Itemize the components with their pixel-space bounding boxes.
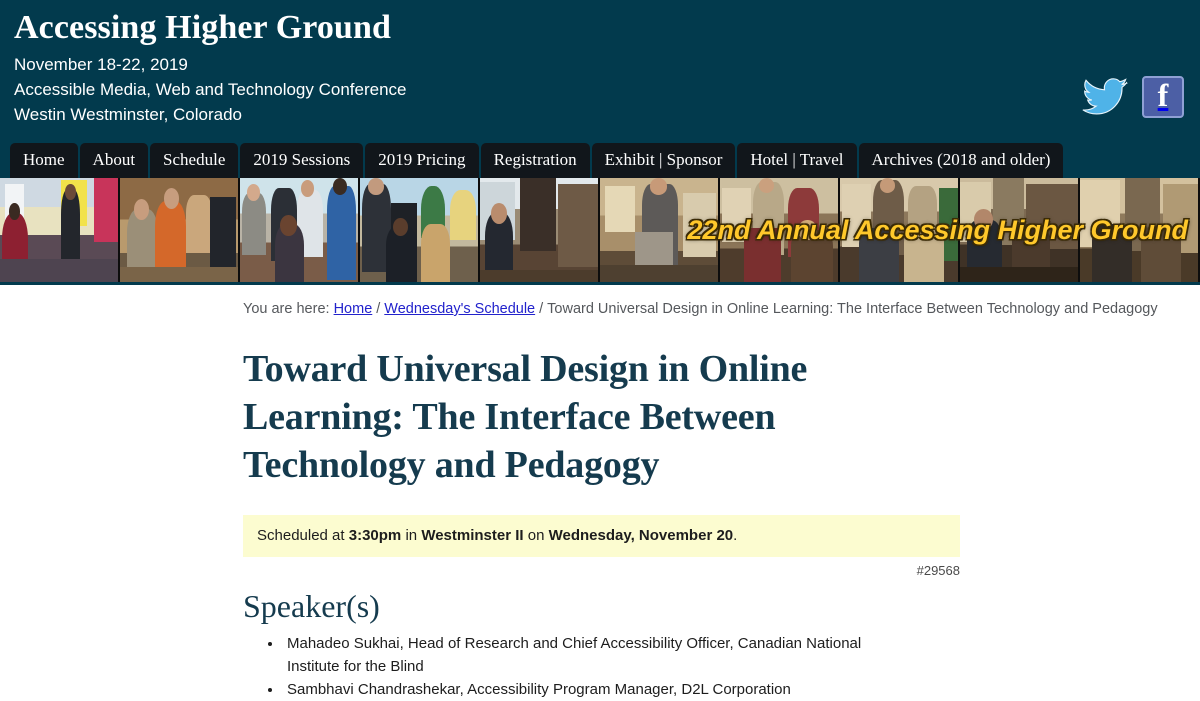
facebook-icon[interactable]: f — [1142, 76, 1184, 118]
nav-item-2019-pricing[interactable]: 2019 Pricing — [365, 143, 479, 178]
list-item: Mahadeo Sukhai, Head of Research and Chi… — [283, 632, 915, 678]
banner-photo-5 — [480, 178, 600, 282]
page-title: Toward Universal Design in Online Learni… — [243, 348, 808, 486]
breadcrumb-current: Toward Universal Design in Online Learni… — [547, 301, 1158, 317]
breadcrumb-separator-2: / — [539, 301, 544, 317]
breadcrumb: You are here: Home / Wednesday's Schedule /… — [243, 299, 1200, 319]
conference-venue: Westin Westminster, Colorado — [14, 105, 243, 124]
speakers-heading: Speaker(s) — [243, 588, 380, 624]
facebook-glyph: f — [1157, 77, 1169, 113]
nav-item-exhibit-sponsor[interactable]: Exhibit | Sponsor — [591, 143, 736, 178]
nav-item-2019-sessions[interactable]: 2019 Sessions — [240, 143, 364, 178]
breadcrumb-separator-1: / — [376, 301, 381, 317]
speakers-list: Mahadeo Sukhai, Head of Research and Chi… — [0, 632, 983, 701]
nav-item-registration[interactable]: Registration — [480, 143, 590, 178]
header-text-block: Accessing Higher Ground November 18-22, … — [0, 8, 1200, 127]
schedule-in-word: in — [405, 527, 418, 544]
schedule-day: Wednesday, November 20 — [548, 527, 734, 544]
nav-item-about[interactable]: About — [79, 143, 149, 178]
schedule-lead: Scheduled at — [257, 527, 345, 544]
social-icon-group: f — [1082, 76, 1184, 118]
banner-photo-2 — [120, 178, 240, 282]
banner-photo-3 — [240, 178, 360, 282]
list-item: Sambhavi Chandrashekar, Accessibility Pr… — [283, 678, 915, 701]
site-title: Accessing Higher Ground — [14, 9, 391, 46]
nav-item-home[interactable]: Home — [10, 143, 78, 178]
banner-photo-1 — [0, 178, 120, 282]
breadcrumb-prefix: You are here: — [243, 301, 330, 317]
site-header: Accessing Higher Ground November 18-22, … — [0, 0, 1200, 178]
nav-item-schedule[interactable]: Schedule — [150, 143, 239, 178]
twitter-icon[interactable] — [1082, 78, 1128, 116]
conference-subtitle: Accessible Media, Web and Technology Con… — [14, 80, 407, 99]
nav-item-hotel-travel[interactable]: Hotel | Travel — [737, 143, 857, 178]
schedule-on-word: on — [527, 527, 545, 544]
schedule-room: Westminster II — [421, 527, 524, 544]
schedule-info-box: Scheduled at 3:30pm in Westminster II on… — [243, 515, 960, 557]
session-id: #29568 — [916, 563, 960, 578]
schedule-time: 3:30pm — [348, 527, 402, 544]
conference-dates: November 18-22, 2019 — [14, 55, 188, 74]
nav-item-archives[interactable]: Archives (2018 and older) — [858, 143, 1064, 178]
schedule-period: . — [733, 527, 738, 544]
main-navigation[interactable]: Home About Schedule 2019 Sessions 2019 P… — [10, 143, 1064, 178]
banner-caption: 22nd Annual Accessing Higher Ground — [687, 215, 1188, 245]
breadcrumb-link-home[interactable]: Home — [334, 301, 373, 317]
banner-photo-4 — [360, 178, 480, 282]
main-content: You are here: Home / Wednesday's Schedule /… — [0, 285, 1200, 701]
banner-photo-strip: 22nd Annual Accessing Higher Ground — [0, 178, 1200, 285]
breadcrumb-link-schedule[interactable]: Wednesday's Schedule — [384, 301, 535, 317]
